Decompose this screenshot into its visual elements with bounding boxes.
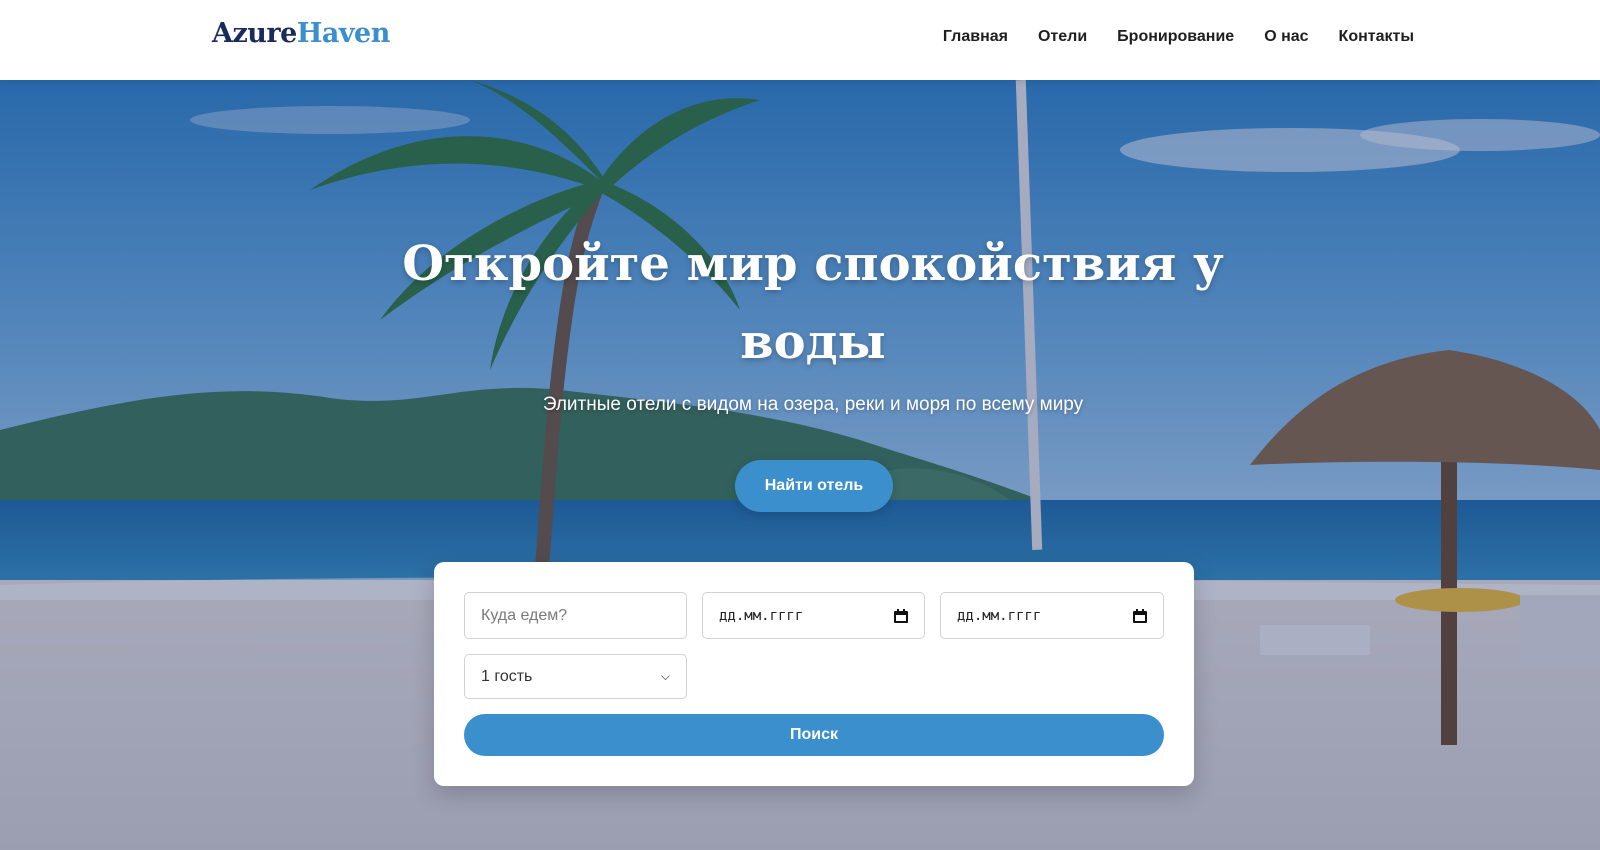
hero-title: Откройте мир спокойствия у воды [402,236,1224,370]
calendar-icon[interactable] [1133,608,1147,623]
checkout-date-input[interactable]: дд.мм.гггг [940,592,1164,639]
find-hotel-button[interactable]: Найти отель [735,460,893,512]
nav-link-booking[interactable]: Бронирование [1117,28,1234,46]
nav-link-hotels[interactable]: Отели [1038,28,1087,46]
calendar-icon[interactable] [894,608,908,623]
nav-link-about[interactable]: О нас [1264,28,1308,46]
search-form: Куда едем? дд.мм.гггг дд.мм.гггг 1 гость… [434,562,1194,786]
hero-subtitle: Элитные отели с видом на озера, реки и м… [542,394,1084,415]
brand-logo[interactable]: AzureHaven [212,18,390,49]
guests-select[interactable]: 1 гость ⌵ [464,654,687,699]
hero-section: Откройте мир спокойствия у воды Элитные … [0,80,1600,850]
destination-placeholder: Куда едем? [481,606,568,624]
checkin-date-input[interactable]: дд.мм.гггг [702,592,925,639]
site-header: AzureHaven Главная Отели Бронирование О … [0,0,1600,80]
nav-link-contacts[interactable]: Контакты [1339,28,1414,46]
chevron-down-icon: ⌵ [660,669,670,683]
brand-logo-part1: Azure [212,18,297,49]
destination-input[interactable]: Куда едем? [464,592,687,639]
brand-logo-part2: Haven [296,18,391,49]
guests-selected-value: 1 гость [481,667,533,685]
nav-link-home[interactable]: Главная [943,28,1008,46]
checkin-date-value: дд.мм.гггг [719,607,804,624]
checkout-date-value: дд.мм.гггг [957,607,1042,624]
search-button[interactable]: Поиск [464,714,1164,756]
main-nav: Главная Отели Бронирование О нас Контакт… [943,28,1414,46]
